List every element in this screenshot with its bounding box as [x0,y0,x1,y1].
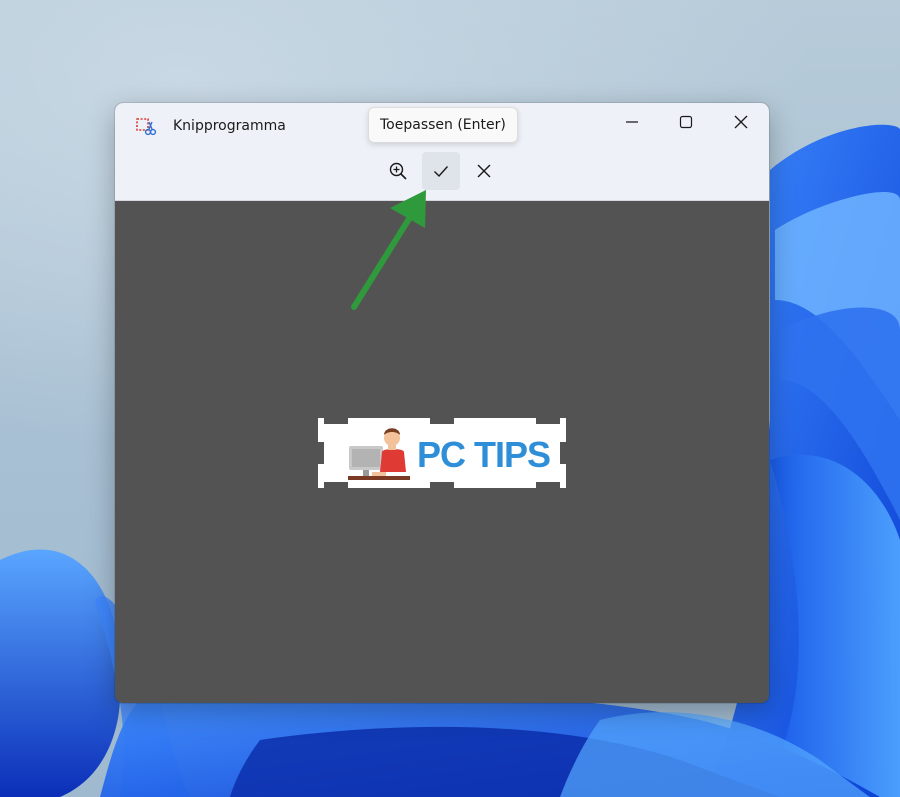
annotation-arrow-overlay [351,190,426,310]
green-pointer-arrow-icon [351,190,426,310]
